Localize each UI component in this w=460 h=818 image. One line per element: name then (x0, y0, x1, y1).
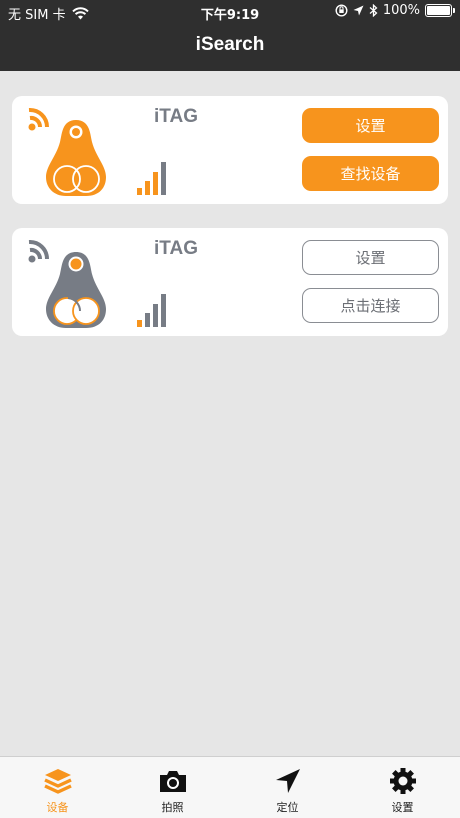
tab-devices[interactable]: 设备 (0, 757, 115, 818)
device-settings-button[interactable]: 设置 (302, 240, 439, 275)
gear-icon (390, 768, 416, 794)
battery-percent: 100% (382, 3, 420, 18)
device-name: iTAG (154, 238, 198, 259)
itag-disconnected-icon (28, 239, 106, 328)
bluetooth-icon (369, 4, 378, 17)
signal-strength-icon (137, 294, 166, 327)
tab-bar: 设备 拍照 定位 设置 (0, 756, 460, 818)
tab-label: 拍照 (161, 801, 184, 814)
tab-label: 设备 (46, 801, 69, 814)
page-title: iSearch (195, 34, 265, 55)
find-device-button[interactable]: 查找设备 (302, 156, 439, 191)
signal-strength-icon (137, 162, 166, 195)
itag-connected-icon (28, 107, 106, 196)
tab-label: 设置 (391, 801, 414, 814)
location-services-icon (353, 5, 364, 16)
status-bar: 无 SIM 卡 下午9:19 100% (0, 0, 460, 24)
location-arrow-icon (276, 769, 300, 793)
device-settings-button[interactable]: 设置 (302, 108, 439, 143)
battery-icon (425, 4, 455, 17)
tab-location[interactable]: 定位 (230, 757, 345, 818)
tab-settings[interactable]: 设置 (345, 757, 460, 818)
tab-label: 定位 (276, 801, 299, 814)
layers-icon (44, 769, 72, 794)
device-name: iTAG (154, 106, 198, 127)
tab-camera[interactable]: 拍照 (115, 757, 230, 818)
device-card[interactable]: iTAG 设置 点击连接 (12, 228, 448, 336)
connect-device-button[interactable]: 点击连接 (302, 288, 439, 323)
camera-icon (160, 771, 186, 792)
navigation-bar: iSearch (0, 24, 460, 71)
status-right: 100% (335, 3, 455, 18)
device-card[interactable]: iTAG 设置 查找设备 (12, 96, 448, 204)
orientation-lock-icon (335, 4, 348, 17)
